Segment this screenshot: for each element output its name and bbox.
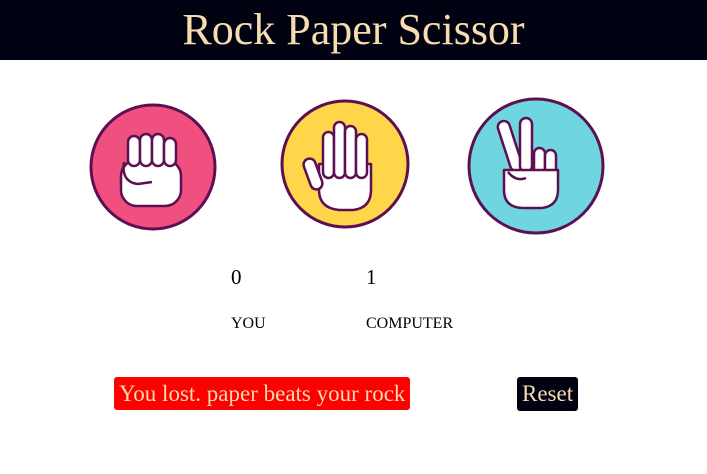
header-bar: Rock Paper Scissor	[0, 0, 707, 60]
open-hand-icon	[280, 99, 410, 229]
rock-button[interactable]	[88, 102, 218, 232]
fist-icon	[89, 103, 217, 231]
paper-button[interactable]	[279, 98, 411, 230]
user-score-label: YOU	[231, 315, 266, 332]
page-title: Rock Paper Scissor	[182, 5, 525, 54]
result-message: You lost. paper beats your rock	[114, 377, 411, 410]
user-score: 0	[231, 265, 242, 289]
computer-score-label: COMPUTER	[366, 315, 454, 332]
scissor-button[interactable]	[466, 96, 606, 236]
reset-button[interactable]: Reset	[517, 377, 579, 411]
computer-score: 1	[366, 265, 377, 289]
peace-sign-icon	[467, 97, 605, 235]
